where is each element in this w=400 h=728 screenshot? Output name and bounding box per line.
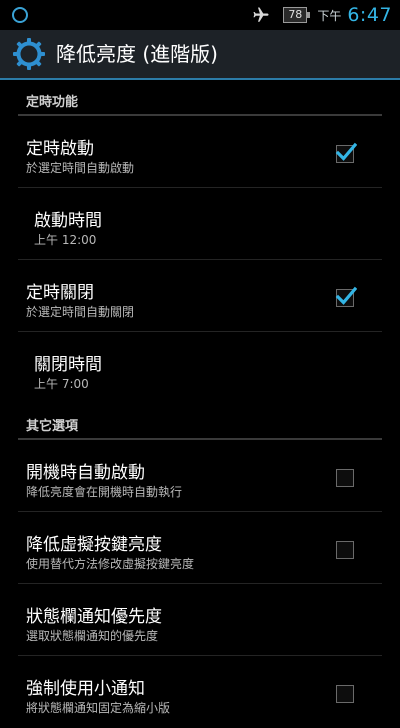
pref-scheduled-stop[interactable]: 定時關閉 於選定時間自動關閉 — [0, 260, 400, 332]
pref-summary: 使用替代方法修改虛擬按鍵亮度 — [26, 557, 195, 571]
status-bar: 78 下午 6:47 — [0, 0, 400, 30]
pref-summary: 上午 12:00 — [34, 233, 97, 247]
check-icon — [335, 286, 357, 305]
pref-summary: 上午 7:00 — [34, 377, 89, 391]
pref-scheduled-start[interactable]: 定時啟動 於選定時間自動啟動 — [0, 116, 400, 188]
pref-force-small-notification[interactable]: 強制使用小通知 將狀態欄通知固定為縮小版 — [0, 656, 400, 728]
section-header-timer: 定時功能 — [0, 80, 400, 116]
status-indicators: 78 下午 6:47 — [251, 0, 392, 30]
app-gear-icon[interactable] — [12, 37, 46, 71]
pref-summary: 將狀態欄通知固定為縮小版 — [26, 701, 171, 715]
section-title: 其它選項 — [26, 419, 79, 434]
pref-title: 定時關閉 — [26, 283, 94, 303]
scheduled-stop-checkbox[interactable] — [335, 286, 357, 307]
preference-list: 定時功能 定時啟動 於選定時間自動啟動 啟動時間 上午 12:00 定時關閉 於… — [0, 80, 400, 728]
force-small-notification-checkbox[interactable] — [336, 685, 354, 703]
pref-summary: 於選定時間自動關閉 — [26, 305, 135, 319]
section-header-other: 其它選項 — [0, 404, 400, 440]
pref-summary: 選取狀態欄通知的優先度 — [26, 629, 159, 643]
notification-ring-icon — [12, 7, 28, 23]
pref-title: 定時啟動 — [26, 139, 94, 159]
pref-stop-time[interactable]: 關閉時間 上午 7:00 — [0, 332, 400, 404]
battery-icon: 78 — [283, 7, 311, 23]
section-title: 定時功能 — [26, 95, 79, 110]
pref-title: 關閉時間 — [34, 355, 102, 375]
dim-soft-keys-checkbox[interactable] — [336, 541, 354, 559]
pref-notification-priority[interactable]: 狀態欄通知優先度 選取狀態欄通知的優先度 — [0, 584, 400, 656]
start-on-boot-checkbox[interactable] — [336, 469, 354, 487]
check-icon — [335, 142, 357, 161]
page-title: 降低亮度 (進階版) — [56, 42, 218, 66]
clock-time: 6:47 — [347, 4, 392, 26]
pref-start-on-boot[interactable]: 開機時自動啟動 降低亮度會在開機時自動執行 — [0, 440, 400, 512]
pref-title: 啟動時間 — [34, 211, 102, 231]
pref-title: 開機時自動啟動 — [26, 463, 145, 483]
pref-start-time[interactable]: 啟動時間 上午 12:00 — [0, 188, 400, 260]
pref-summary: 降低亮度會在開機時自動執行 — [26, 485, 183, 499]
pref-title: 強制使用小通知 — [26, 679, 145, 699]
clock-ampm: 下午 — [317, 8, 342, 23]
pref-dim-soft-keys[interactable]: 降低虛擬按鍵亮度 使用替代方法修改虛擬按鍵亮度 — [0, 512, 400, 584]
airplane-mode-icon — [251, 6, 271, 24]
action-bar: 降低亮度 (進階版) — [0, 30, 400, 78]
pref-title: 狀態欄通知優先度 — [26, 607, 162, 627]
pref-summary: 於選定時間自動啟動 — [26, 161, 135, 175]
pref-title: 降低虛擬按鍵亮度 — [26, 535, 162, 555]
scheduled-start-checkbox[interactable] — [335, 142, 357, 163]
